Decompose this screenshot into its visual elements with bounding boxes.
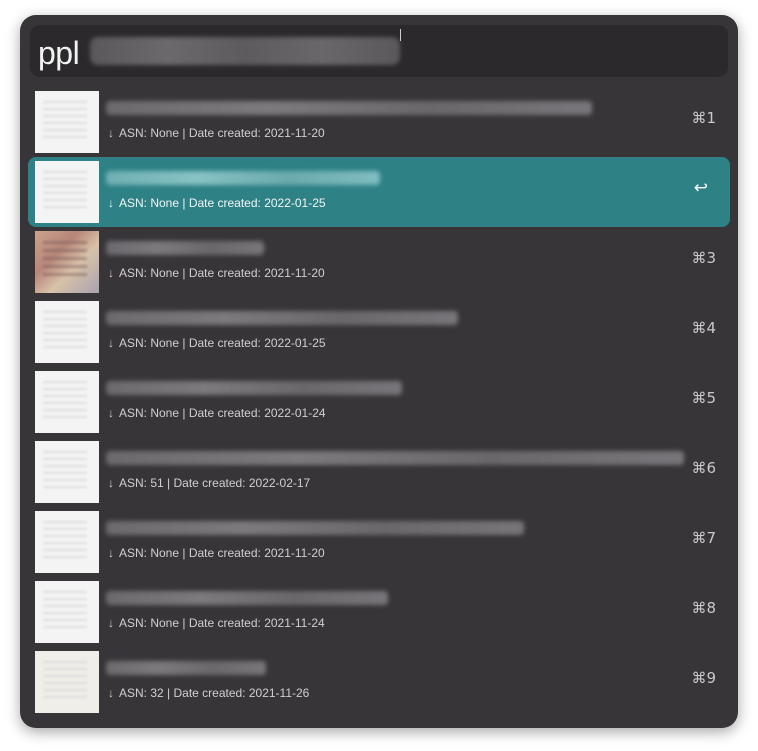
download-arrow-icon: ↓ (108, 686, 114, 700)
result-title-redacted (106, 591, 388, 605)
result-title-redacted (106, 521, 524, 535)
search-window: ppl ↓ ASN: None | Date created: 2021-11-2… (20, 15, 738, 728)
result-title-redacted (106, 101, 592, 115)
download-arrow-icon: ↓ (108, 266, 114, 280)
result-meta: ↓ ASN: None | Date created: 2021-11-20 (108, 546, 325, 560)
text-caret (400, 29, 401, 41)
result-item[interactable]: ↓ ASN: None | Date created: 2022-01-24 ⌘5 (28, 367, 730, 437)
document-thumbnail (35, 441, 99, 503)
shortcut-hint: ⌘4 (691, 319, 716, 337)
result-item-selected[interactable]: ↓ ASN: None | Date created: 2022-01-25 ↩ (28, 157, 730, 227)
shortcut-hint: ⌘8 (691, 599, 716, 617)
result-title-redacted (106, 241, 264, 255)
result-item[interactable]: ↓ ASN: 51 | Date created: 2022-02-17 ⌘6 (28, 437, 730, 507)
document-thumbnail (35, 371, 99, 433)
result-meta: ↓ ASN: 32 | Date created: 2021-11-26 (108, 686, 310, 700)
download-arrow-icon: ↓ (108, 126, 114, 140)
results-list: ↓ ASN: None | Date created: 2021-11-20 ⌘1… (28, 87, 730, 717)
result-item[interactable]: ↓ ASN: 32 | Date created: 2021-11-26 ⌘9 (28, 647, 730, 717)
result-meta: ↓ ASN: None | Date created: 2021-11-24 (108, 616, 325, 630)
download-arrow-icon: ↓ (108, 406, 114, 420)
result-meta: ↓ ASN: None | Date created: 2021-11-20 (108, 266, 325, 280)
result-item[interactable]: ↓ ASN: None | Date created: 2022-01-25 ⌘4 (28, 297, 730, 367)
result-meta: ↓ ASN: None | Date created: 2022-01-25 (108, 196, 326, 210)
document-thumbnail (35, 161, 99, 223)
download-arrow-icon: ↓ (108, 476, 114, 490)
search-query-redacted (90, 37, 400, 65)
result-meta: ↓ ASN: None | Date created: 2022-01-24 (108, 406, 326, 420)
result-item[interactable]: ↓ ASN: None | Date created: 2021-11-20 ⌘3 (28, 227, 730, 297)
result-title-redacted (106, 311, 458, 325)
document-thumbnail (35, 231, 99, 293)
result-meta: ↓ ASN: None | Date created: 2021-11-20 (108, 126, 325, 140)
shortcut-hint: ⌘5 (691, 389, 716, 407)
result-title-redacted (106, 661, 266, 675)
document-thumbnail (35, 511, 99, 573)
document-thumbnail (35, 651, 99, 713)
download-arrow-icon: ↓ (108, 196, 114, 210)
shortcut-hint: ⌘1 (691, 109, 716, 127)
document-thumbnail (35, 581, 99, 643)
document-thumbnail (35, 301, 99, 363)
result-item[interactable]: ↓ ASN: None | Date created: 2021-11-20 ⌘7 (28, 507, 730, 577)
download-arrow-icon: ↓ (108, 546, 114, 560)
document-thumbnail (35, 91, 99, 153)
shortcut-hint: ⌘9 (691, 669, 716, 687)
download-arrow-icon: ↓ (108, 616, 114, 630)
shortcut-hint: ⌘7 (691, 529, 716, 547)
result-meta: ↓ ASN: 51 | Date created: 2022-02-17 (108, 476, 311, 490)
shortcut-hint: ⌘6 (691, 459, 716, 477)
search-input[interactable]: ppl (38, 35, 80, 72)
result-title-redacted (106, 451, 684, 465)
return-key-icon: ↩ (693, 178, 708, 198)
result-meta: ↓ ASN: None | Date created: 2022-01-25 (108, 336, 326, 350)
download-arrow-icon: ↓ (108, 336, 114, 350)
shortcut-hint: ⌘3 (691, 249, 716, 267)
search-bar[interactable]: ppl (30, 25, 728, 77)
result-item[interactable]: ↓ ASN: None | Date created: 2021-11-24 ⌘8 (28, 577, 730, 647)
result-title-redacted (106, 381, 402, 395)
result-title-redacted (106, 171, 380, 185)
result-item[interactable]: ↓ ASN: None | Date created: 2021-11-20 ⌘1 (28, 87, 730, 157)
